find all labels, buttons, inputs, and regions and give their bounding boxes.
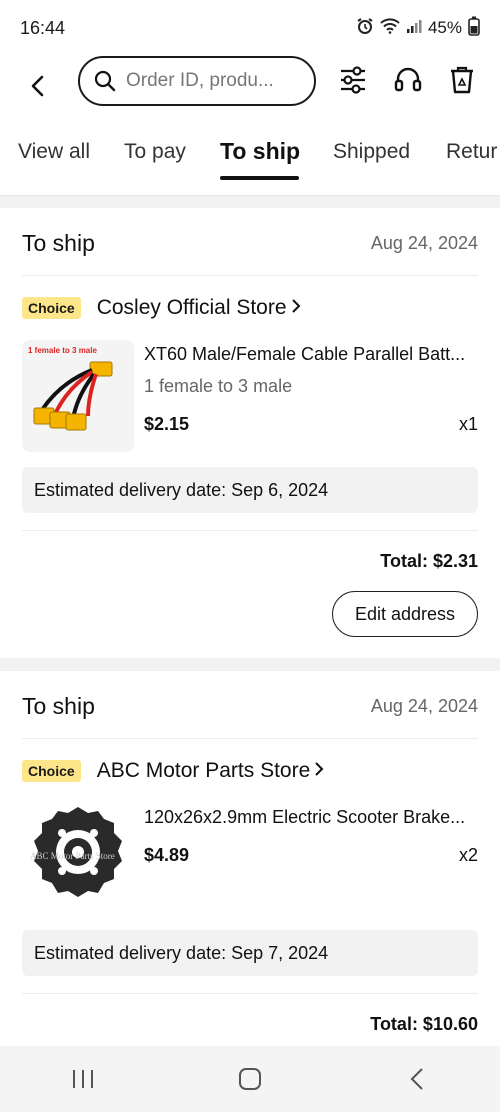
divider xyxy=(22,530,478,531)
product-image[interactable]: ABC Motor Parts Store xyxy=(22,797,134,909)
order-date: Aug 24, 2024 xyxy=(370,233,478,253)
tab-returns[interactable]: Retur xyxy=(446,140,497,164)
wifi-icon xyxy=(380,17,400,39)
order-status: To ship xyxy=(22,230,95,256)
product-title[interactable]: 120x26x2.9mm Electric Scooter Brake... xyxy=(144,807,480,828)
status-icons: 45% xyxy=(356,16,480,41)
system-back-button[interactable] xyxy=(387,1059,447,1099)
tab-view-all[interactable]: View all xyxy=(18,140,90,164)
order-status: To ship xyxy=(22,693,95,719)
order-date: Aug 24, 2024 xyxy=(370,696,478,716)
product-quantity: x2 xyxy=(458,845,478,865)
back-chevron-icon xyxy=(410,1068,423,1090)
filter-button[interactable] xyxy=(337,64,369,96)
divider xyxy=(22,275,478,276)
recycle-bin-icon xyxy=(451,66,473,94)
support-button[interactable] xyxy=(392,64,424,96)
order-total: Total: $10.60 xyxy=(370,1014,478,1034)
top-bar xyxy=(0,56,500,116)
status-time: 16:44 xyxy=(20,17,66,38)
filter-icon xyxy=(341,66,365,94)
product-title[interactable]: XT60 Male/Female Cable Parallel Batt... xyxy=(144,344,480,365)
signal-icon xyxy=(406,18,422,39)
alarm-icon xyxy=(356,17,374,40)
chevron-right-icon xyxy=(314,760,324,783)
edit-address-button[interactable]: Edit address xyxy=(332,591,478,637)
tab-shipped[interactable]: Shipped xyxy=(333,140,410,164)
image-caption: ABC Motor Parts Store xyxy=(30,851,115,861)
product-price: $2.15 xyxy=(144,414,190,434)
delivery-estimate: Estimated delivery date: Sep 7, 2024 xyxy=(22,930,478,976)
headset-icon xyxy=(394,67,422,92)
order-card[interactable]: To ship Aug 24, 2024 Choice Cosley Offic… xyxy=(0,208,500,658)
search-box[interactable] xyxy=(78,56,316,106)
recent-apps-button[interactable] xyxy=(53,1059,113,1099)
home-button[interactable] xyxy=(220,1059,280,1099)
battery-percent: 45% xyxy=(427,18,462,37)
back-button[interactable] xyxy=(18,66,58,106)
tab-to-pay[interactable]: To pay xyxy=(124,140,186,164)
search-input[interactable] xyxy=(126,70,296,92)
order-header: To ship Aug 24, 2024 xyxy=(22,693,478,720)
battery-icon xyxy=(468,16,480,41)
back-arrow-icon xyxy=(31,75,44,97)
search-icon xyxy=(94,70,116,92)
recent-apps-icon xyxy=(73,1070,94,1088)
order-header: To ship Aug 24, 2024 xyxy=(22,230,478,257)
product-variant: 1 female to 3 male xyxy=(144,376,293,396)
choice-badge: Choice xyxy=(22,297,81,319)
image-caption: 1 female to 3 male xyxy=(28,346,97,355)
store-name[interactable]: Cosley Official Store xyxy=(97,296,287,320)
chevron-right-icon xyxy=(291,297,301,320)
delivery-estimate: Estimated delivery date: Sep 6, 2024 xyxy=(22,467,478,513)
order-total: Total: $2.31 xyxy=(380,551,478,571)
product-image[interactable]: 1 female to 3 male xyxy=(22,340,134,452)
product-quantity: x1 xyxy=(458,414,478,434)
system-nav-bar xyxy=(0,1046,500,1112)
recycle-bin-button[interactable] xyxy=(446,64,478,96)
store-row[interactable]: Choice ABC Motor Parts Store xyxy=(22,759,324,783)
home-icon xyxy=(238,1068,261,1090)
status-bar: 16:44 45% xyxy=(0,0,500,56)
order-tabs: View all To pay To ship Shipped Retur xyxy=(0,116,500,196)
tab-to-ship[interactable]: To ship xyxy=(220,138,300,165)
choice-badge: Choice xyxy=(22,760,81,782)
order-card[interactable]: To ship Aug 24, 2024 Choice ABC Motor Pa… xyxy=(0,671,500,1051)
divider xyxy=(22,993,478,994)
active-tab-indicator xyxy=(220,176,299,180)
store-row[interactable]: Choice Cosley Official Store xyxy=(22,296,301,320)
product-price: $4.89 xyxy=(144,845,190,865)
divider xyxy=(22,738,478,739)
store-name[interactable]: ABC Motor Parts Store xyxy=(97,759,311,783)
